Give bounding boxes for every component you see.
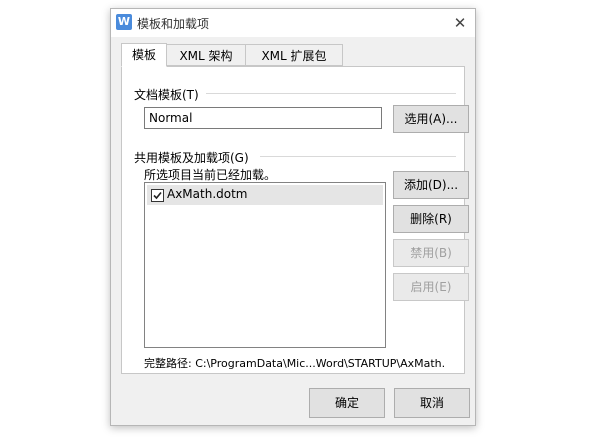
ok-button[interactable]: 确定 xyxy=(309,388,385,418)
item-checkbox[interactable] xyxy=(151,189,164,202)
global-templates-list[interactable]: AxMath.dotm xyxy=(144,182,386,348)
full-path-label: 完整路径: xyxy=(144,357,192,370)
loaded-items-note: 所选项目当前已经加载。 xyxy=(144,168,277,182)
full-path-value: C:\ProgramData\Mic...Word\STARTUP\AxMath… xyxy=(195,357,446,370)
templates-and-addins-dialog: W 模板和加载项 ✕ 模板 XML 架构 XML 扩展包 文档模板(T) Nor… xyxy=(110,8,476,426)
templates-tab-panel: 文档模板(T) Normal 选用(A)... 共用模板及加载项(G) 所选项目… xyxy=(121,66,469,374)
tab-templates[interactable]: 模板 xyxy=(121,43,167,67)
group-divider xyxy=(206,93,456,94)
list-item[interactable]: AxMath.dotm xyxy=(147,185,383,205)
close-icon[interactable]: ✕ xyxy=(449,12,471,34)
checkmark-icon xyxy=(153,191,162,200)
enable-template-button[interactable]: 启用(E) xyxy=(393,273,469,301)
document-template-group-title: 文档模板(T) xyxy=(134,88,199,102)
global-templates-group-title: 共用模板及加载项(G) xyxy=(134,151,249,165)
remove-template-button[interactable]: 删除(R) xyxy=(393,205,469,233)
dialog-title: 模板和加载项 xyxy=(137,17,210,31)
cancel-button[interactable]: 取消 xyxy=(394,388,470,418)
title-bar[interactable]: W 模板和加载项 ✕ xyxy=(111,9,475,37)
wps-app-icon: W xyxy=(116,14,132,30)
choose-template-button[interactable]: 选用(A)... xyxy=(393,105,469,133)
tab-xml-expansion-packs[interactable]: XML 扩展包 xyxy=(245,44,343,66)
item-label: AxMath.dotm xyxy=(167,187,248,201)
disable-template-button[interactable]: 禁用(B) xyxy=(393,239,469,267)
tab-xml-schema[interactable]: XML 架构 xyxy=(166,44,246,66)
document-template-input[interactable]: Normal xyxy=(144,107,382,129)
add-template-button[interactable]: 添加(D)... xyxy=(393,171,469,199)
full-path-row: 完整路径: C:\ProgramData\Mic...Word\STARTUP\… xyxy=(144,355,445,371)
group-divider xyxy=(260,156,456,157)
